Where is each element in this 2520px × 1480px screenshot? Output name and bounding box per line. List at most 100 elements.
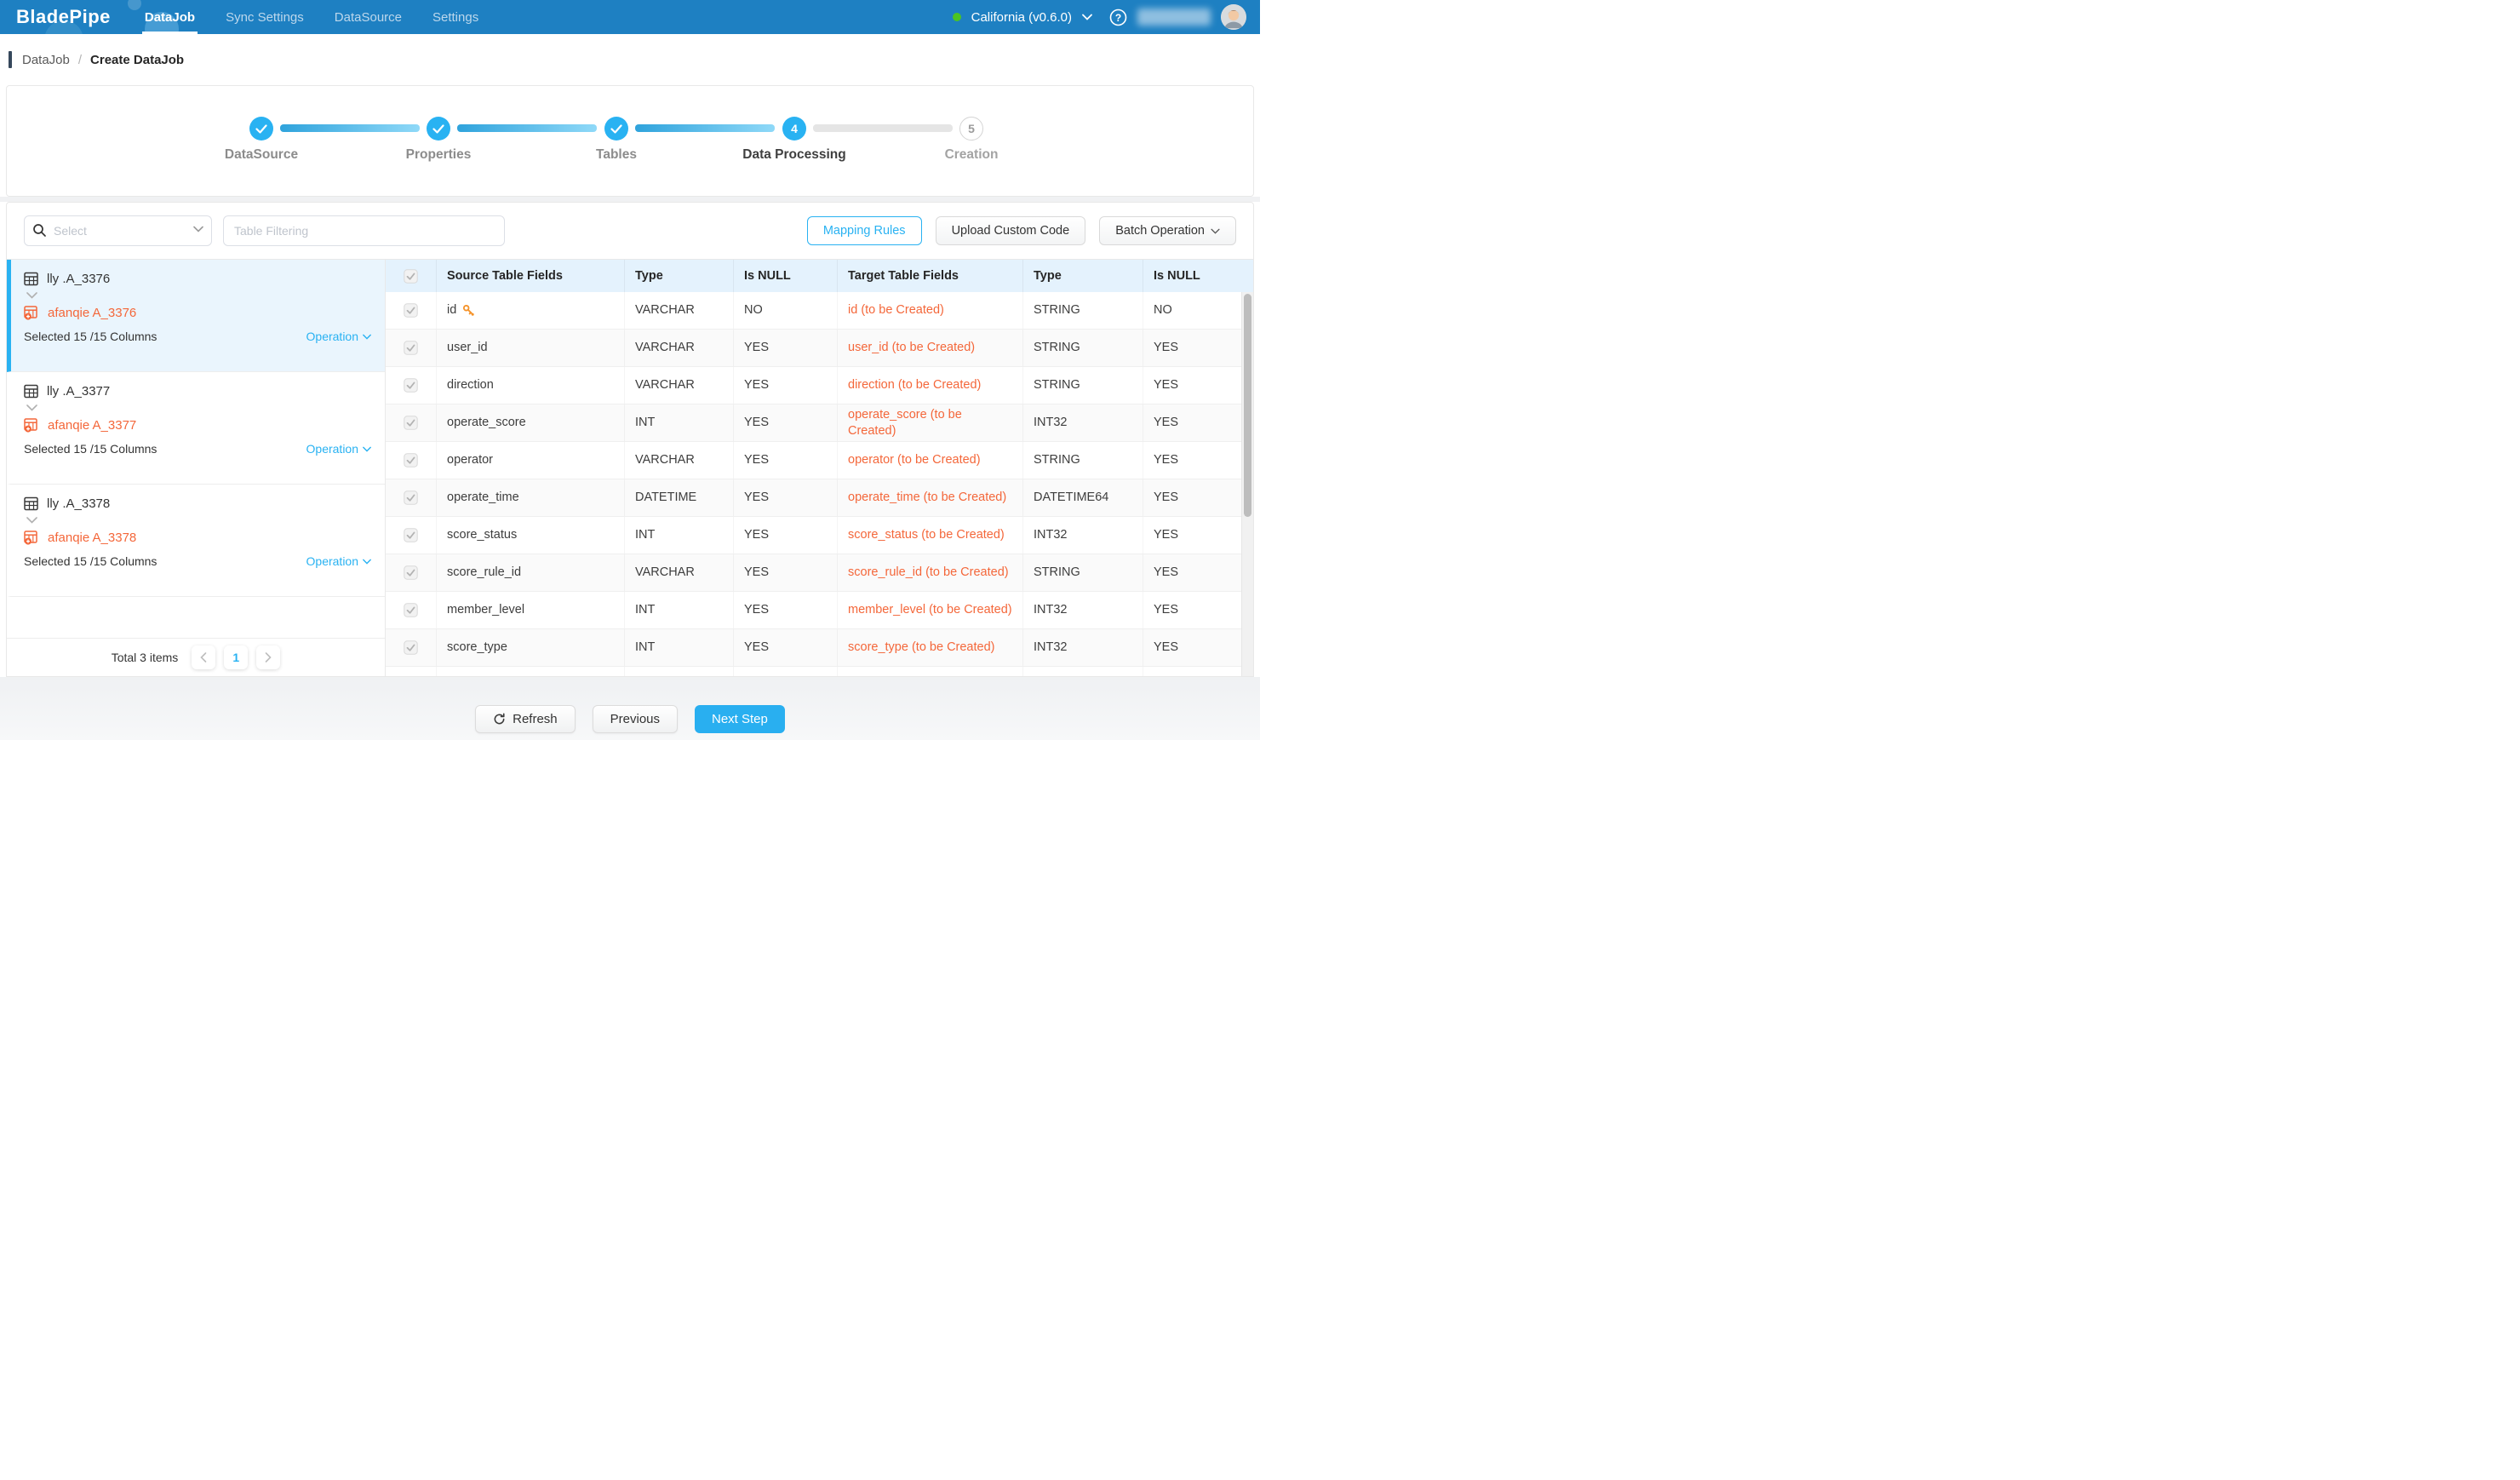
source-isnull-cell: NO — [734, 292, 838, 329]
select-input[interactable] — [24, 215, 212, 246]
step-circle-creation: 5 — [959, 117, 983, 141]
column-header-source-fields: Source Table Fields — [437, 260, 625, 292]
source-table-name: lly .A_3376 — [47, 272, 110, 286]
target-table-name: afanqie A_3378 — [48, 531, 136, 545]
previous-button[interactable]: Previous — [593, 705, 678, 733]
column-header-target-type: Type — [1023, 260, 1143, 292]
source-isnull-cell: YES — [734, 367, 838, 404]
target-field-cell: operate_score (to be Created) — [838, 404, 1023, 441]
help-icon[interactable]: ? — [1109, 9, 1127, 26]
field-mapping-table: Source Table Fields Type Is NULL Target … — [386, 260, 1253, 676]
nav-item-datajob[interactable]: DataJob — [145, 0, 195, 34]
source-type-cell: INT — [625, 404, 734, 441]
environment-selector[interactable]: California (v0.6.0) — [971, 10, 1072, 25]
breadcrumb-separator: / — [78, 53, 82, 67]
row-checkbox[interactable] — [386, 367, 437, 404]
table-pair-item[interactable]: lly .A_3377 afanqie A_3377 Selected 15 /… — [7, 372, 385, 485]
refresh-button[interactable]: Refresh — [475, 705, 576, 733]
table-select-dropdown[interactable] — [24, 215, 212, 246]
row-checkbox[interactable] — [386, 330, 437, 366]
source-isnull-cell: YES — [734, 479, 838, 516]
source-isnull-cell: YES — [734, 554, 838, 591]
username-redacted — [1137, 9, 1211, 26]
operation-dropdown[interactable]: Operation — [306, 330, 371, 343]
row-checkbox[interactable] — [386, 404, 437, 441]
chevron-down-icon — [26, 292, 371, 299]
table-pair-item[interactable]: lly .A_3378 afanqie A_3378 Selected 15 /… — [7, 485, 385, 597]
row-checkbox[interactable] — [386, 554, 437, 591]
upload-custom-code-button[interactable]: Upload Custom Code — [936, 216, 1086, 245]
pagination-page-1[interactable]: 1 — [224, 645, 248, 669]
target-type-cell: STRING — [1023, 330, 1143, 366]
main-nav: DataJob Sync Settings DataSource Setting… — [145, 0, 478, 34]
source-isnull-cell: YES — [734, 330, 838, 366]
target-type-cell: STRING — [1023, 367, 1143, 404]
nav-item-sync-settings[interactable]: Sync Settings — [226, 0, 304, 34]
target-field-cell: direction (to be Created) — [838, 367, 1023, 404]
column-header-target-is-null: Is NULL — [1143, 260, 1253, 292]
breadcrumb-parent[interactable]: DataJob — [22, 53, 70, 67]
row-checkbox[interactable] — [386, 479, 437, 516]
target-isnull-cell: YES — [1143, 554, 1253, 591]
row-checkbox[interactable] — [386, 592, 437, 628]
row-checkbox[interactable] — [386, 292, 437, 329]
table-icon — [24, 272, 38, 286]
avatar[interactable] — [1221, 4, 1246, 30]
row-checkbox[interactable] — [386, 667, 437, 676]
target-type-cell: STRING — [1023, 442, 1143, 479]
pagination-prev-button[interactable] — [192, 645, 215, 669]
nav-item-settings[interactable]: Settings — [432, 0, 478, 34]
panel-spacer — [7, 597, 385, 638]
nav-item-datasource[interactable]: DataSource — [335, 0, 402, 34]
top-navigation-bar: BladePipe DataJob Sync Settings DataSour… — [0, 0, 1260, 34]
header-checkbox[interactable] — [386, 260, 437, 292]
pagination-next-button[interactable] — [256, 645, 280, 669]
source-isnull-cell: YES — [734, 442, 838, 479]
row-checkbox[interactable] — [386, 517, 437, 554]
target-field-cell: score_type (to be Created) — [838, 629, 1023, 666]
page-title: Create DataJob — [90, 53, 184, 67]
operation-dropdown[interactable]: Operation — [306, 442, 371, 456]
chevron-down-icon — [363, 559, 371, 565]
target-field-cell: operate_time (to be Created) — [838, 479, 1023, 516]
target-type-cell: INT32 — [1023, 404, 1143, 441]
table-scrollbar-thumb[interactable] — [1244, 294, 1251, 517]
column-header-target-fields: Target Table Fields — [838, 260, 1023, 292]
source-type-cell: INT — [625, 629, 734, 666]
row-checkbox[interactable] — [386, 442, 437, 479]
batch-operation-button[interactable]: Batch Operation — [1099, 216, 1236, 245]
mapping-rules-button[interactable]: Mapping Rules — [807, 216, 922, 245]
target-type-cell: INT32 — [1023, 592, 1143, 628]
target-type-cell: DATETIME64 — [1023, 479, 1143, 516]
target-field-cell: id (to be Created) — [838, 292, 1023, 329]
source-type-cell: VARCHAR — [625, 330, 734, 366]
source-field-cell: score_type — [437, 629, 625, 666]
next-step-button[interactable]: Next Step — [695, 705, 785, 733]
step-circle-properties — [427, 117, 450, 141]
chevron-down-icon — [363, 334, 371, 340]
target-isnull-cell: YES — [1143, 330, 1253, 366]
row-checkbox[interactable] — [386, 629, 437, 666]
chevron-down-icon — [1211, 228, 1220, 234]
table-filtering-field[interactable] — [223, 215, 505, 246]
column-header-type: Type — [625, 260, 734, 292]
step-label-tables: Tables — [540, 147, 693, 163]
refresh-label: Refresh — [513, 712, 558, 726]
target-field-cell: score_status (to be Created) — [838, 517, 1023, 554]
source-field-cell: operate_time — [437, 479, 625, 516]
step-circle-datasource — [249, 117, 273, 141]
table-filtering-input[interactable] — [223, 215, 505, 246]
source-isnull-cell: YES — [734, 517, 838, 554]
source-isnull-cell: YES — [734, 592, 838, 628]
source-type-cell: INT — [625, 517, 734, 554]
source-isnull-cell: YES — [734, 629, 838, 666]
operation-dropdown[interactable]: Operation — [306, 554, 371, 568]
table-scrollbar-track[interactable] — [1241, 292, 1253, 676]
target-isnull-cell: YES — [1143, 517, 1253, 554]
chevron-down-icon[interactable] — [1082, 14, 1092, 20]
chevron-down-icon — [363, 446, 371, 452]
chevron-down-icon — [193, 226, 203, 232]
table-row: score_type INT YES score_type (to be Cre… — [386, 629, 1253, 667]
target-type-cell: STRING — [1023, 554, 1143, 591]
table-pair-item[interactable]: lly .A_3376 afanqie A_3376 Selected 15 /… — [7, 260, 385, 372]
